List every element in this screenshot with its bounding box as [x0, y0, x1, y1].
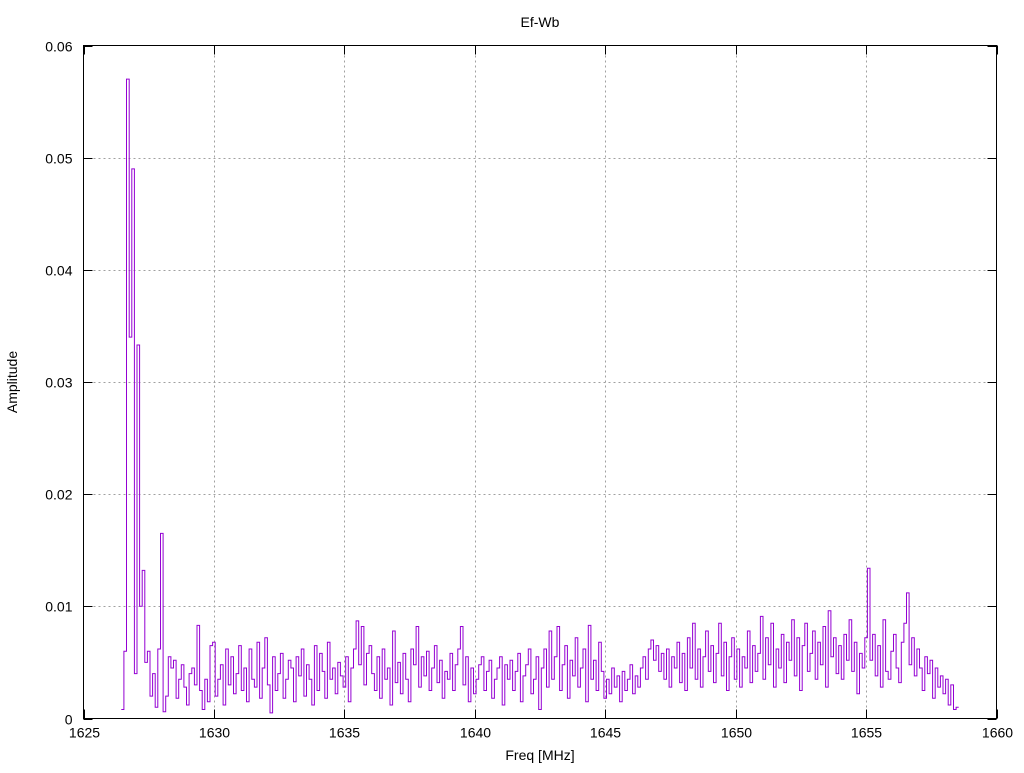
y-axis-label: Amplitude	[4, 351, 20, 413]
y-tick-label: 0.02	[45, 487, 72, 503]
y-tick-label: 0.05	[45, 151, 72, 167]
x-axis-label: Freq [MHz]	[505, 747, 574, 763]
x-tick-label: 1635	[329, 725, 360, 741]
x-tick-label: 1645	[590, 725, 621, 741]
x-tick-label: 1630	[199, 725, 230, 741]
tick-labels: 1625 1630 1635 1640 1645 1650 1655 1660 0 0.01 0.0…	[45, 39, 1013, 741]
x-tick-label: 1655	[851, 725, 882, 741]
y-tick-label: 0.01	[45, 599, 72, 615]
grid	[83, 45, 997, 719]
chart-title: Ef-Wb	[521, 14, 560, 30]
y-tick-label: 0.03	[45, 375, 72, 391]
x-tick-label: 1660	[982, 725, 1013, 741]
x-tick-label: 1625	[69, 725, 100, 741]
y-tick-label: 0.06	[45, 39, 72, 55]
series-line	[121, 78, 959, 714]
y-tick-label: 0	[65, 712, 73, 728]
chart: 1625 1630 1635 1640 1645 1650 1655 1660 0 0.01 0.0…	[4, 14, 1013, 763]
x-tick-label: 1650	[721, 725, 752, 741]
y-tick-label: 0.04	[45, 263, 72, 279]
x-tick-label: 1640	[460, 725, 491, 741]
